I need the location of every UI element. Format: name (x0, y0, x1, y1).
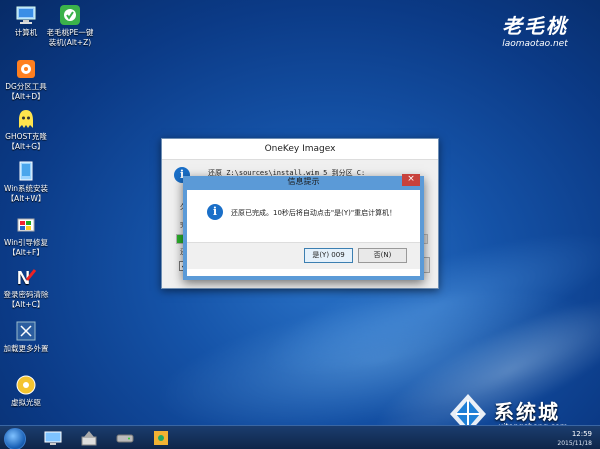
brand-url: laomaotao.net (502, 39, 568, 49)
taskbar-drive-icon[interactable] (116, 429, 134, 447)
dialog-footer: 是(Y) 009 否(N) (187, 242, 420, 269)
desktop-icon-load-external[interactable]: 加载更多外置 (0, 320, 52, 354)
desktop-icon-virtual-drive[interactable]: 虚拟光驱 (0, 374, 52, 408)
boot-repair-icon (15, 214, 37, 236)
computer-icon (15, 4, 37, 26)
virtual-drive-icon (15, 374, 37, 396)
start-button[interactable] (4, 428, 26, 449)
system-tray: 12:59 2015/11/18 (512, 428, 592, 448)
dialog-message: 还原已完成。10秒后将自动点击"是(Y)"重启计算机！ (231, 209, 397, 217)
desktop-icon-boot-repair[interactable]: Win引导修复 【Alt+F】 (0, 214, 52, 258)
taskbar: 12:59 2015/11/18 (0, 425, 600, 449)
taskbar-puzzle-icon[interactable] (152, 429, 170, 447)
ghost-icon (15, 108, 37, 130)
clock-date[interactable]: 2015/11/18 (557, 440, 592, 447)
watermark-text: 系统城 (494, 400, 560, 424)
clock-time[interactable]: 12:59 (572, 430, 592, 438)
taskbar-tools-icon[interactable] (80, 429, 98, 447)
brand-logo: 老毛桃 laomaotao.net (490, 10, 580, 49)
yes-button[interactable]: 是(Y) 009 (304, 248, 353, 263)
desktop: 计算机 老毛桃PE一键 装机(Alt+Z) DG分区工具 【Alt+D】 GHO… (0, 0, 600, 449)
info-dialog: 信息提示 × i 还原已完成。10秒后将自动点击"是(Y)"重启计算机！ 是(Y… (183, 174, 424, 280)
desktop-icon-diskgenius[interactable]: DG分区工具 【Alt+D】 (0, 58, 52, 102)
diskgenius-icon (15, 58, 37, 80)
desktop-icon-pe-install[interactable]: 老毛桃PE一键 装机(Alt+Z) (42, 4, 98, 48)
windows-install-icon (15, 160, 37, 182)
brand-logo-text: 老毛桃 (502, 14, 568, 38)
no-button[interactable]: 否(N) (358, 248, 407, 263)
window-title: OneKey Imagex (162, 139, 438, 160)
load-external-icon (15, 320, 37, 342)
close-button[interactable]: × (402, 174, 420, 186)
password-clear-icon: N (15, 266, 37, 288)
desktop-icon-windows-install[interactable]: Win系统安装 【Alt+W】 (0, 160, 52, 204)
dialog-body: i 还原已完成。10秒后将自动点击"是(Y)"重启计算机！ (187, 190, 420, 242)
taskbar-monitor-icon[interactable] (44, 429, 62, 447)
info-icon: i (207, 204, 223, 220)
close-icon: × (407, 174, 415, 184)
desktop-icon-ghost[interactable]: GHOST克隆 【Alt+G】 (0, 108, 52, 152)
desktop-icon-password-clear[interactable]: N 登录密码清除 【Alt+C】 (0, 266, 52, 310)
dialog-title: 信息提示 (287, 177, 320, 186)
pe-install-icon (59, 4, 81, 26)
dialog-titlebar: 信息提示 × (183, 174, 424, 190)
